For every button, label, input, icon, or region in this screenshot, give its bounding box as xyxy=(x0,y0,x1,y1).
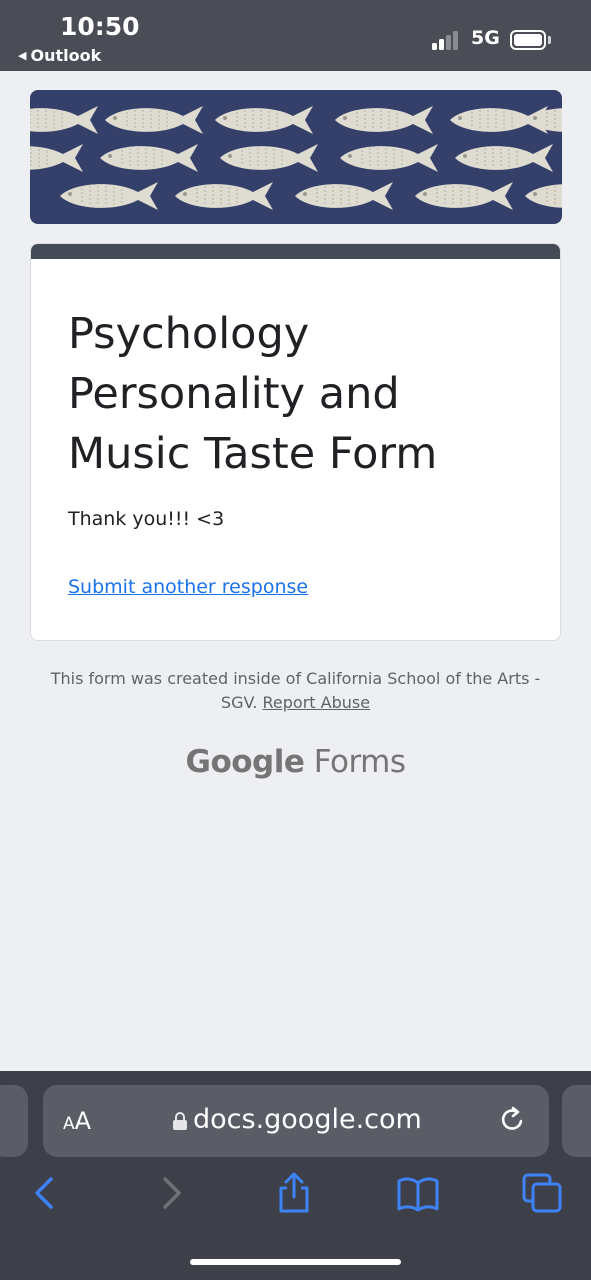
back-triangle-icon: ◀ xyxy=(18,49,27,62)
home-indicator[interactable] xyxy=(190,1259,401,1265)
reload-icon[interactable] xyxy=(499,1105,527,1135)
book-icon[interactable] xyxy=(396,1171,440,1215)
battery-tip xyxy=(548,36,551,44)
chevron-left-icon[interactable] xyxy=(22,1171,66,1215)
browser-toolbar xyxy=(0,1171,591,1221)
report-abuse-link[interactable]: Report Abuse xyxy=(263,693,371,712)
google-wordmark: Google xyxy=(185,744,305,780)
back-to-app-button[interactable]: ◀ Outlook xyxy=(18,46,101,65)
browser-bottom-bar: AA docs.google.com xyxy=(0,1071,591,1280)
card-accent-bar xyxy=(31,244,560,259)
previous-tab-peek[interactable] xyxy=(0,1085,28,1157)
fish-pattern-image xyxy=(30,105,562,211)
signal-icon xyxy=(432,30,462,50)
network-type: 5G xyxy=(471,27,500,49)
share-icon[interactable] xyxy=(272,1171,316,1215)
google-forms-logo[interactable]: Google Forms xyxy=(0,744,591,780)
status-time: 10:50 xyxy=(60,12,140,41)
confirmation-card: Psychology Personality and Music Taste F… xyxy=(30,243,561,641)
confirmation-message: Thank you!!! <3 xyxy=(68,508,225,530)
form-footer: This form was created inside of Californ… xyxy=(40,667,551,715)
lock-icon xyxy=(173,1112,187,1130)
url-text[interactable]: docs.google.com xyxy=(193,1104,422,1135)
next-tab-peek[interactable] xyxy=(562,1085,591,1157)
back-app-label: Outlook xyxy=(30,46,102,65)
status-bar: 10:50 ◀ Outlook 5G xyxy=(0,0,591,71)
address-bar[interactable]: AA docs.google.com xyxy=(43,1085,549,1157)
tabs-icon[interactable] xyxy=(520,1171,564,1215)
forms-wordmark: Forms xyxy=(313,744,406,780)
chevron-right-icon[interactable] xyxy=(150,1171,194,1215)
battery-icon xyxy=(510,30,546,50)
submit-another-response-link[interactable]: Submit another response xyxy=(68,576,308,598)
text-size-button[interactable]: AA xyxy=(63,1107,91,1135)
form-header-banner xyxy=(30,90,562,224)
form-title: Psychology Personality and Music Taste F… xyxy=(68,309,438,479)
